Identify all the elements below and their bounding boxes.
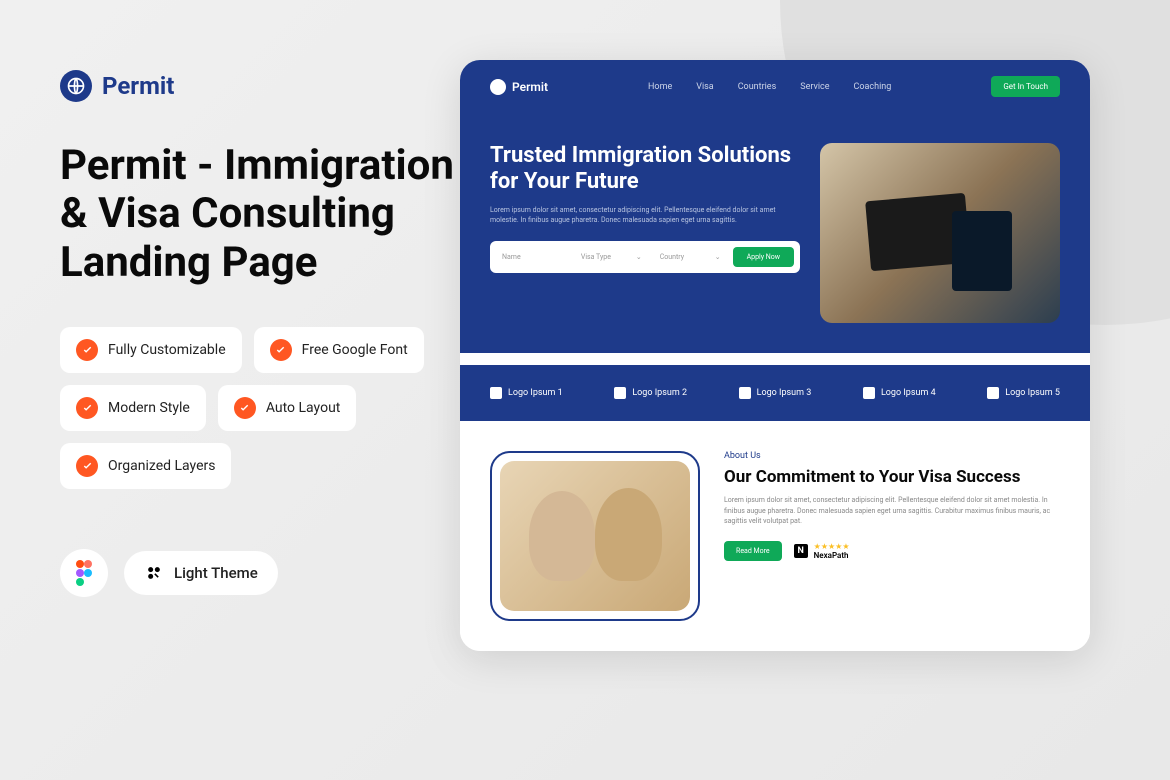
- name-input[interactable]: Name: [496, 249, 569, 265]
- about-section: About Us Our Commitment to Your Visa Suc…: [460, 421, 1090, 651]
- about-image: [500, 461, 690, 611]
- partner-logo: Logo Ipsum 3: [739, 387, 812, 399]
- about-title: Our Commitment to Your Visa Success: [724, 467, 1060, 487]
- brand-logo: Permit: [60, 70, 460, 102]
- preview-nav: Permit Home Visa Countries Service Coach…: [460, 60, 1090, 113]
- feature-item: Free Google Font: [254, 327, 424, 373]
- about-actions: Read More N ★★★★★ NexaPath: [724, 541, 1060, 561]
- nav-link[interactable]: Visa: [696, 82, 713, 92]
- hero-section: Trusted Immigration Solutions for Your F…: [460, 113, 1090, 353]
- nav-logo: Permit: [490, 79, 548, 95]
- chevron-down-icon: ⌄: [715, 253, 721, 261]
- preview-panel: Permit Home Visa Countries Service Coach…: [460, 0, 1170, 780]
- badge-row: Light Theme: [60, 549, 460, 597]
- check-icon: [270, 339, 292, 361]
- feature-item: Auto Layout: [218, 385, 357, 431]
- partner-logo: Logo Ipsum 2: [614, 387, 687, 399]
- feature-list: Fully Customizable Free Google Font Mode…: [60, 327, 460, 489]
- globe-icon: [60, 70, 92, 102]
- hero-desc: Lorem ipsum dolor sit amet, consectetur …: [490, 206, 800, 226]
- check-icon: [76, 455, 98, 477]
- theme-label: Light Theme: [174, 564, 258, 582]
- nav-link[interactable]: Countries: [738, 82, 777, 92]
- apply-button[interactable]: Apply Now: [733, 247, 794, 267]
- hero-title: Trusted Immigration Solutions for Your F…: [490, 143, 800, 196]
- theme-badge: Light Theme: [124, 551, 278, 595]
- partner-logo: Logo Ipsum 4: [863, 387, 936, 399]
- nav-link[interactable]: Service: [800, 82, 829, 92]
- hero-image: [820, 143, 1060, 323]
- website-preview: Permit Home Visa Countries Service Coach…: [460, 60, 1090, 651]
- nav-links: Home Visa Countries Service Coaching: [648, 82, 891, 92]
- page-headline: Permit - Immigration & Visa Consulting L…: [60, 142, 460, 287]
- country-select[interactable]: Country⌄: [654, 249, 727, 265]
- search-bar: Name Visa Type⌄ Country⌄ Apply Now: [490, 241, 800, 273]
- check-icon: [76, 397, 98, 419]
- check-icon: [76, 339, 98, 361]
- feature-item: Fully Customizable: [60, 327, 242, 373]
- feature-item: Organized Layers: [60, 443, 231, 489]
- nav-link[interactable]: Coaching: [854, 82, 892, 92]
- partner-logo: Logo Ipsum 1: [490, 387, 563, 399]
- nav-link[interactable]: Home: [648, 82, 672, 92]
- globe-icon: [490, 79, 506, 95]
- figma-icon: [60, 549, 108, 597]
- read-more-button[interactable]: Read More: [724, 541, 782, 561]
- check-icon: [234, 397, 256, 419]
- feature-item: Modern Style: [60, 385, 206, 431]
- section-label: About Us: [724, 451, 1060, 461]
- about-content: About Us Our Commitment to Your Visa Suc…: [724, 451, 1060, 621]
- palette-icon: [144, 563, 164, 583]
- info-panel: Permit Permit - Immigration & Visa Consu…: [0, 0, 460, 780]
- partner-logo: Logo Ipsum 5: [987, 387, 1060, 399]
- star-rating: ★★★★★: [814, 542, 850, 551]
- logo-strip: Logo Ipsum 1 Logo Ipsum 2 Logo Ipsum 3 L…: [460, 365, 1090, 421]
- hero-content: Trusted Immigration Solutions for Your F…: [490, 143, 800, 323]
- chevron-down-icon: ⌄: [636, 253, 642, 261]
- cta-button[interactable]: Get In Touch: [991, 76, 1060, 97]
- rating-badge: N ★★★★★ NexaPath: [794, 542, 850, 560]
- about-desc: Lorem ipsum dolor sit amet, consectetur …: [724, 495, 1060, 527]
- visa-select[interactable]: Visa Type⌄: [575, 249, 648, 265]
- brand-name: Permit: [102, 72, 174, 100]
- about-image-frame: [490, 451, 700, 621]
- nexa-icon: N: [794, 544, 808, 558]
